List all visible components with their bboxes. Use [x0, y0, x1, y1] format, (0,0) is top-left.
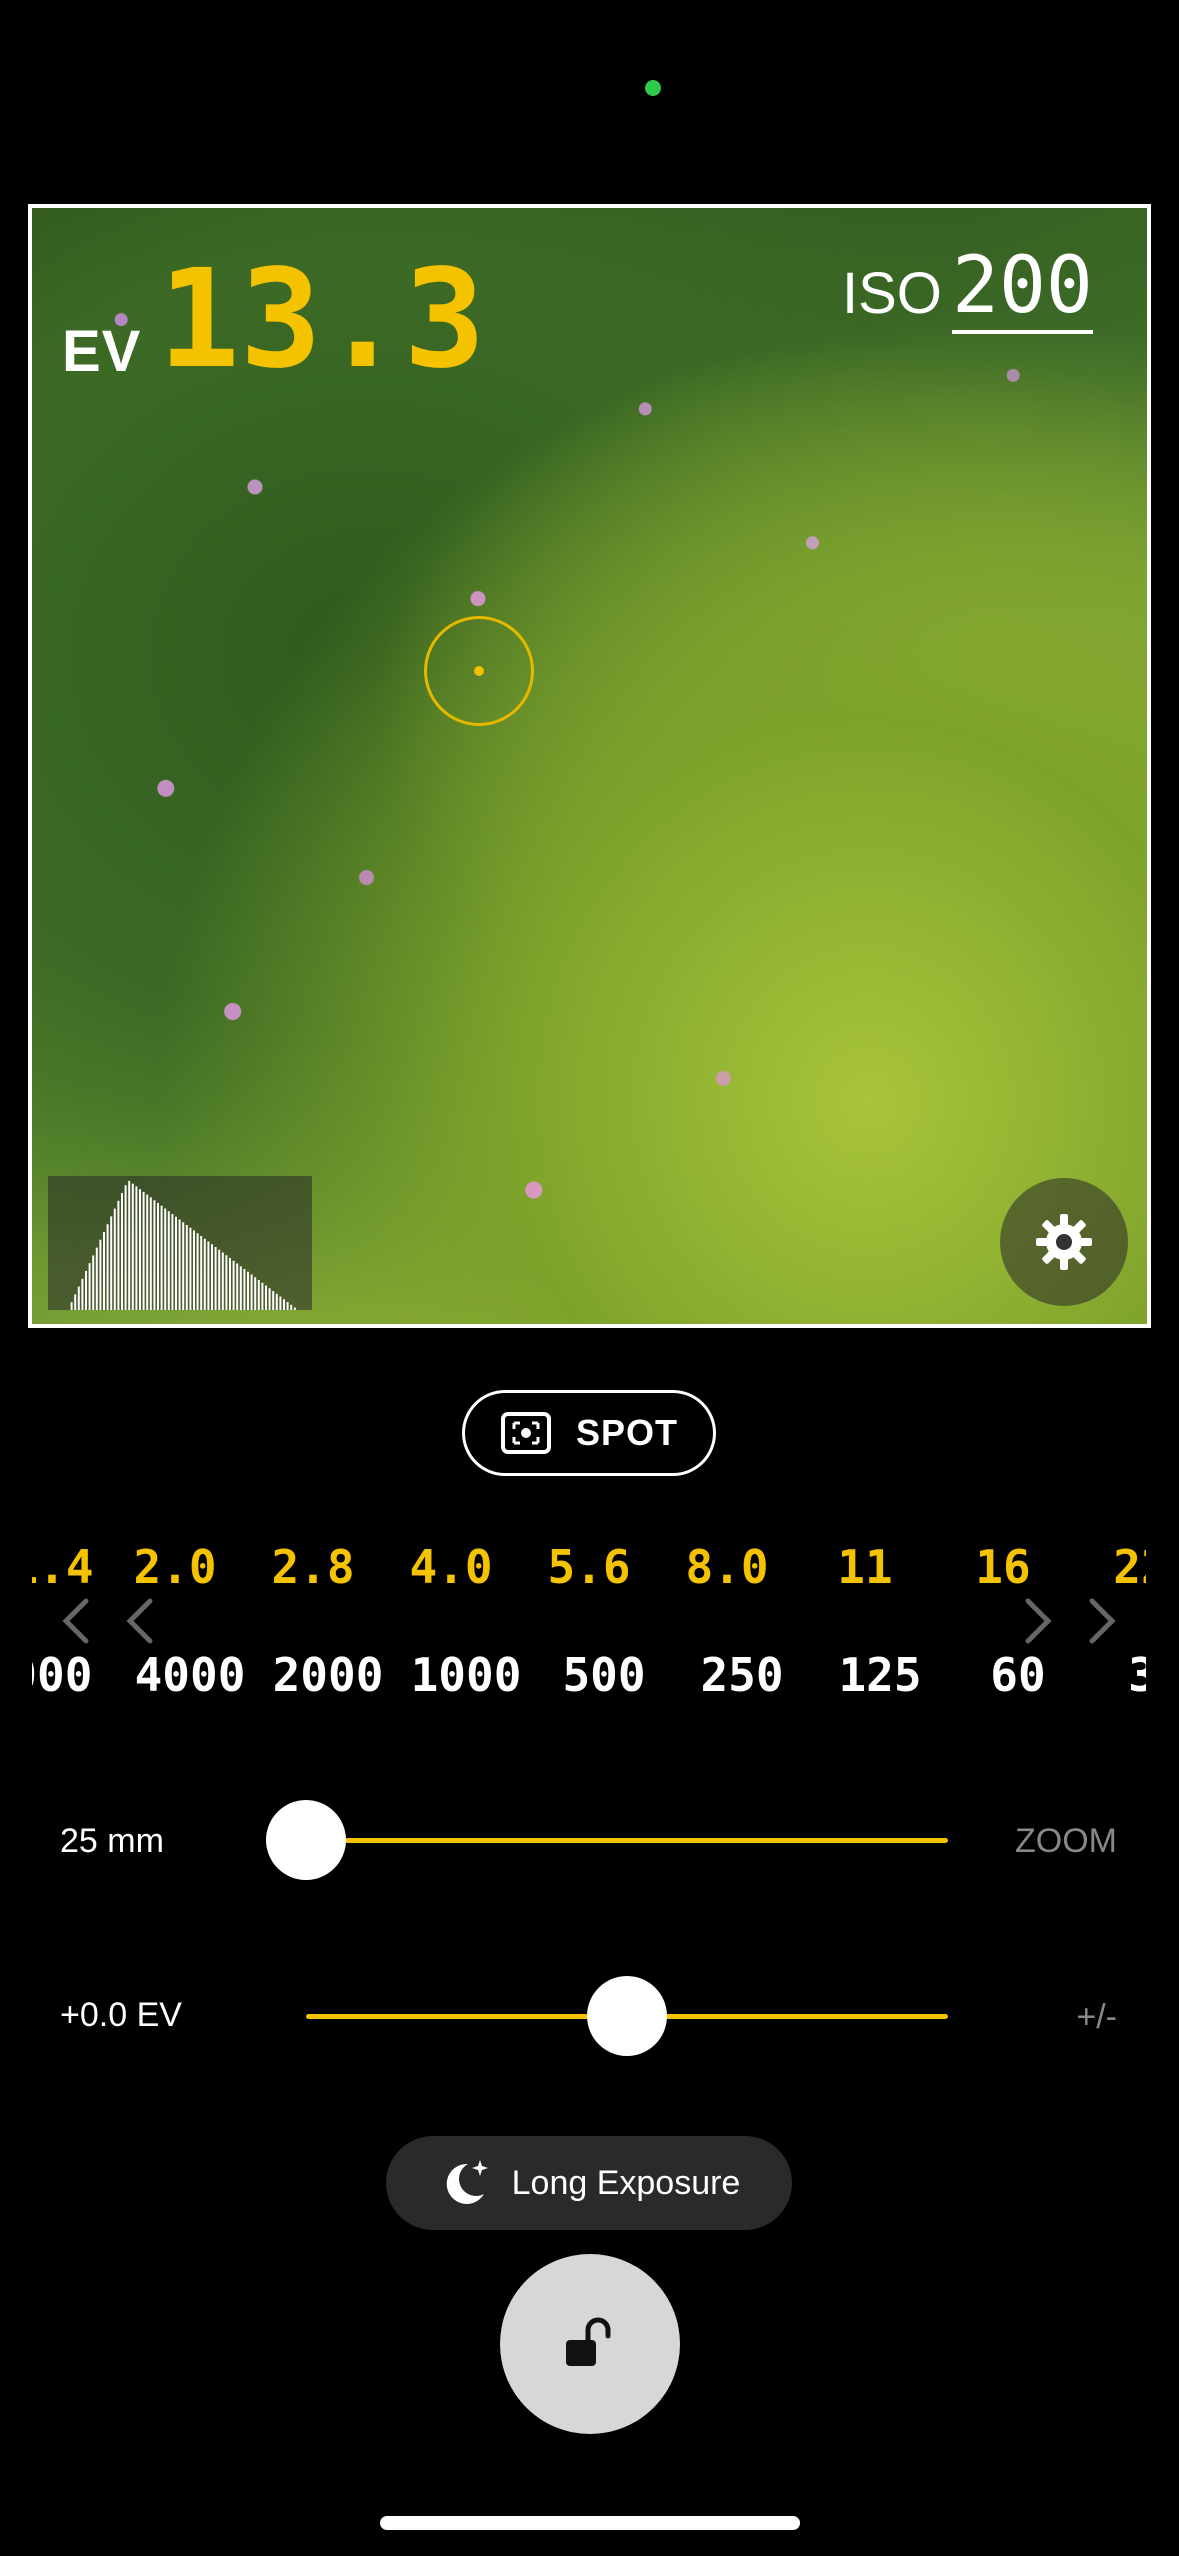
unlock-icon	[566, 2317, 611, 2366]
shutter-speed-value: 60	[990, 1648, 1046, 1700]
chevron-right-icon[interactable]	[1018, 1596, 1058, 1646]
zoom-title: ZOOM	[1015, 1822, 1117, 1860]
iso-value-button[interactable]: 200	[952, 245, 1093, 334]
shutter-speed-value: 8000	[32, 1648, 93, 1700]
zoom-slider-row: 25 mm ZOOM	[0, 1800, 1179, 1880]
metering-mode-button[interactable]: SPOT	[462, 1390, 716, 1476]
long-exposure-label: Long Exposure	[511, 2163, 741, 2202]
aperture-value: 16	[975, 1540, 1031, 1594]
exposure-slider-row: +0.0 EV +/-	[0, 1976, 1179, 2056]
shutter-speed-value: 4000	[134, 1648, 246, 1700]
shutter-speed-value: 250	[700, 1648, 784, 1700]
aperture-value: 5.6	[547, 1540, 631, 1594]
ev-label: EV	[62, 319, 142, 384]
zoom-value-label: 25 mm	[60, 1822, 164, 1860]
aperture-value: 22	[1113, 1540, 1146, 1594]
settings-button[interactable]	[1000, 1178, 1128, 1306]
chevron-left-icon[interactable]	[56, 1596, 96, 1646]
zoom-slider-track[interactable]	[306, 1838, 948, 1843]
exposure-title: +/-	[1076, 1998, 1117, 2036]
metering-mode-label: SPOT	[575, 1412, 678, 1453]
shutter-speed-value: 1000	[410, 1648, 522, 1700]
camera-in-use-indicator	[645, 80, 661, 96]
shutter-speed-value: 2000	[272, 1648, 384, 1700]
aperture-value: 2.8	[271, 1540, 355, 1594]
shutter-speed-value: 500	[562, 1648, 646, 1700]
iso-label: ISO	[842, 261, 942, 326]
histogram	[48, 1176, 312, 1310]
home-indicator[interactable]	[380, 2516, 800, 2530]
aperture-value: 4.0	[409, 1540, 493, 1594]
aperture-value: 8.0	[685, 1540, 769, 1594]
chevron-right-icon[interactable]	[1082, 1596, 1122, 1646]
long-exposure-button[interactable]: Long Exposure	[386, 2136, 792, 2230]
aperture-shutter-dial[interactable]: 1.4 2.0 2.8 4.0 5.6 8.0 11 16 22 8000 40…	[32, 1530, 1146, 1700]
histogram-graph	[70, 1180, 296, 1310]
shutter-speed-row: 8000 4000 2000 1000 500 250 125 60 30	[32, 1648, 1146, 1700]
gear-icon	[1036, 1214, 1092, 1270]
spot-metering-icon	[500, 1412, 551, 1454]
ev-value: 13.3	[158, 241, 486, 399]
shutter-speed-value: 30	[1128, 1648, 1146, 1700]
aperture-row: 1.4 2.0 2.8 4.0 5.6 8.0 11 16 22	[32, 1540, 1146, 1600]
lock-button[interactable]	[500, 2254, 680, 2434]
exposure-slider-thumb[interactable]	[587, 1976, 667, 2056]
moon-sparkle-icon	[446, 2160, 488, 2204]
aperture-value: 11	[837, 1540, 893, 1594]
aperture-value: 2.0	[133, 1540, 217, 1594]
aperture-value: 1.4	[32, 1540, 94, 1594]
spot-meter-center-dot	[474, 666, 484, 676]
zoom-slider-thumb[interactable]	[266, 1800, 346, 1880]
chevron-left-icon[interactable]	[120, 1596, 160, 1646]
shutter-speed-value: 125	[838, 1648, 922, 1700]
exposure-value-label: +0.0 EV	[60, 1996, 182, 2034]
